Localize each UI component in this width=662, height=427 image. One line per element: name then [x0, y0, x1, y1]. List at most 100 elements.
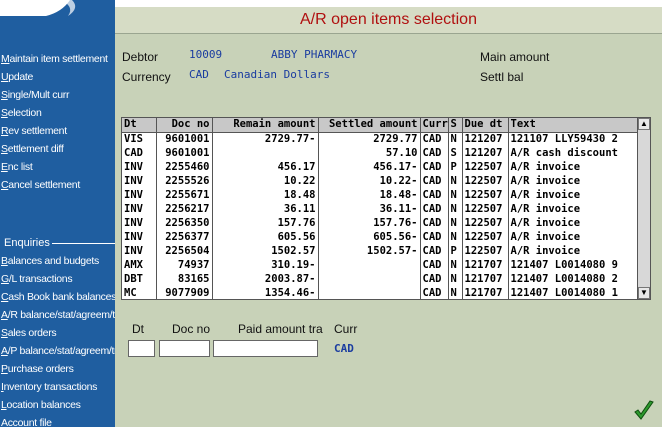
table-cell: N	[448, 230, 463, 244]
menu-label: ales orders	[7, 327, 57, 339]
enquiries-section: Enquiries Balances and budgets G/L transa…	[0, 234, 115, 427]
table-cell: INV	[122, 174, 157, 188]
table-cell: INV	[122, 188, 157, 202]
enquiry-item[interactable]: Balances and budgets	[0, 252, 115, 270]
table-cell: 9601001	[156, 146, 213, 160]
table-cell: A/R invoice	[508, 244, 639, 258]
table-cell: A/R invoice	[508, 188, 639, 202]
column-header[interactable]: Remain amount	[212, 118, 319, 133]
sidebar-item[interactable]: Rev settlement	[0, 122, 115, 140]
table-row[interactable]: AMX 74937 310.19- CAD N 121707 121407 L0014080…	[122, 258, 639, 272]
table-row[interactable]: CAD 9601001 57.10 CAD S 121207 A/R cash discou…	[122, 146, 639, 160]
menu-accelerator: A	[1, 417, 8, 427]
table-cell	[318, 272, 421, 286]
open-items-grid[interactable]: Dt Doc no Remain amount Settled amount Curr S…	[121, 117, 651, 300]
table-cell: 122507	[462, 230, 509, 244]
menu-accelerator: B	[1, 255, 8, 267]
column-header[interactable]: S	[448, 118, 463, 133]
column-header[interactable]: Doc no	[156, 118, 213, 133]
table-row[interactable]: INV 2255460 456.17 456.17- CAD P 122507 A/R inv…	[122, 160, 639, 174]
menu-label: /P balance/stat/agreem/trar	[7, 345, 115, 357]
table-row[interactable]: INV 2256350 157.76 157.76- CAD N 122507 A/R inv…	[122, 216, 639, 230]
table-cell: 2256217	[156, 202, 213, 216]
menu-label: /L transactions	[8, 273, 73, 285]
table-cell: CAD	[420, 202, 449, 216]
table-cell: N	[448, 216, 463, 230]
enquiry-item[interactable]: G/L transactions	[0, 270, 115, 288]
sidebar-item[interactable]: Selection	[0, 104, 115, 122]
logo	[0, 0, 115, 32]
enquiry-item[interactable]: Sales orders	[0, 324, 115, 342]
table-cell: AMX	[122, 258, 157, 272]
arrow-up-icon[interactable]: ▲	[638, 118, 650, 130]
table-cell: 456.17-	[318, 160, 421, 174]
table-row[interactable]: MC 9077909 1354.46- CAD N 121707 121407 L00140…	[122, 286, 639, 300]
dt-input[interactable]	[128, 340, 155, 357]
column-header[interactable]: Due dt	[462, 118, 509, 133]
table-row[interactable]: INV 2256377 605.56 605.56- CAD N 122507 A/R inv…	[122, 230, 639, 244]
grid-header-row: Dt Doc no Remain amount Settled amount Curr S…	[122, 118, 639, 133]
table-cell: 121707	[462, 272, 509, 286]
table-row[interactable]: INV 2255526 10.22 10.22- CAD N 122507 A/R invoi…	[122, 174, 639, 188]
table-cell: MC	[122, 286, 157, 300]
menu-label: election	[7, 107, 42, 119]
arrow-down-icon[interactable]: ▼	[638, 287, 650, 299]
main-amount-label: Main amount	[480, 50, 550, 64]
enquiry-item[interactable]: Account file	[0, 414, 115, 427]
curr-label: Curr	[334, 322, 358, 336]
table-cell: 121407 L0014080 9	[508, 258, 639, 272]
table-cell: 121707	[462, 258, 509, 272]
table-cell: 18.48-	[318, 188, 421, 202]
table-row[interactable]: INV 2256504 1502.57 1502.57- CAD P 122507 A/R i…	[122, 244, 639, 258]
column-header[interactable]: Text	[508, 118, 639, 133]
doc-no-input[interactable]	[159, 340, 210, 357]
sidebar-item[interactable]: Maintain item settlement	[0, 50, 115, 68]
table-cell: A/R invoice	[508, 230, 639, 244]
table-cell: 122507	[462, 174, 509, 188]
table-cell: P	[448, 160, 463, 174]
table-row[interactable]: DBT 83165 2003.87- CAD N 121707 121407 L001408…	[122, 272, 639, 286]
menu-label: ocation balances	[6, 399, 81, 411]
divider	[51, 242, 115, 244]
table-row[interactable]: VIS 9601001 2729.77- 2729.77 CAD N 121207 12110…	[122, 132, 639, 146]
paid-amount-input[interactable]	[213, 340, 318, 357]
column-header[interactable]: Curr	[420, 118, 449, 133]
enquiry-item[interactable]: Cash Book bank balances	[0, 288, 115, 306]
table-cell: 122507	[462, 244, 509, 258]
table-cell: CAD	[420, 160, 449, 174]
table-cell: 121407 L0014080 2	[508, 272, 639, 286]
table-cell: 122507	[462, 160, 509, 174]
sidebar-item[interactable]: Enc list	[0, 158, 115, 176]
enquiry-item[interactable]: Location balances	[0, 396, 115, 414]
table-row[interactable]: INV 2255671 18.48 18.48- CAD N 122507 A/R invoi…	[122, 188, 639, 202]
table-cell: A/R invoice	[508, 216, 639, 230]
checkmark-icon[interactable]	[632, 399, 656, 423]
table-cell: A/R cash discount	[508, 146, 639, 160]
menu-label: aintain item settlement	[9, 53, 108, 65]
table-cell: VIS	[122, 132, 157, 146]
sidebar-item[interactable]: Cancel settlement	[0, 176, 115, 194]
table-cell: CAD	[420, 286, 449, 300]
table-cell: 122507	[462, 188, 509, 202]
enquiry-item[interactable]: Inventory transactions	[0, 378, 115, 396]
table-cell: 456.17	[212, 160, 319, 174]
enquiry-item[interactable]: Purchase orders	[0, 360, 115, 378]
column-header[interactable]: Dt	[122, 118, 157, 133]
sidebar-item[interactable]: Settlement diff	[0, 140, 115, 158]
table-cell: N	[448, 202, 463, 216]
menu-label: /R balance/stat/agreem/trar	[7, 309, 115, 321]
table-row[interactable]: INV 2256217 36.11 36.11- CAD N 122507 A/R invoi…	[122, 202, 639, 216]
grid-scrollbar[interactable]: ▲ ▼	[637, 118, 650, 299]
table-cell: INV	[122, 216, 157, 230]
table-cell	[212, 146, 319, 160]
table-cell: A/R invoice	[508, 174, 639, 188]
table-cell: CAD	[420, 132, 449, 146]
sidebar-item[interactable]: Update	[0, 68, 115, 86]
currency-label: Currency	[122, 70, 171, 84]
table-cell: INV	[122, 202, 157, 216]
enquiry-item[interactable]: A/P balance/stat/agreem/trar	[0, 342, 115, 360]
enquiry-item[interactable]: A/R balance/stat/agreem/trar	[0, 306, 115, 324]
table-cell: 121207	[462, 146, 509, 160]
column-header[interactable]: Settled amount	[318, 118, 421, 133]
sidebar-item[interactable]: Single/Mult curr	[0, 86, 115, 104]
